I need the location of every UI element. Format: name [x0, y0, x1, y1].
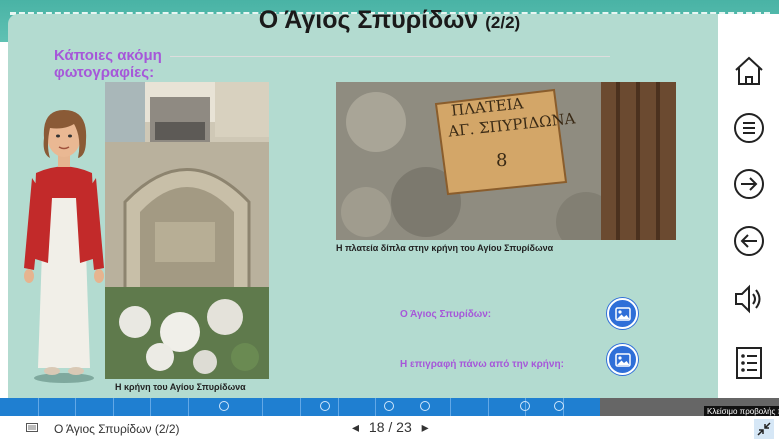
slide-thumbnail-icon	[26, 423, 38, 432]
fountain-photo	[105, 82, 269, 379]
status-slide-title: Ο Άγιος Σπυρίδων (2/2)	[54, 422, 180, 436]
square-photo-caption: Η πλατεία δίπλα στην κρήνη του Αγίου Σπυ…	[336, 243, 554, 253]
link-label-saint: Ο Άγιος Σπυρίδων:	[400, 309, 492, 320]
progress-marker[interactable]	[219, 401, 229, 411]
progress-segment	[375, 398, 376, 416]
progress-segment	[38, 398, 39, 416]
home-button[interactable]	[732, 54, 766, 88]
previous-button[interactable]	[732, 224, 766, 258]
index-button[interactable]	[732, 346, 766, 380]
saint-image-button[interactable]	[607, 298, 638, 329]
progress-segment	[338, 398, 339, 416]
square-sign-photo: ΠΛΑΤΕΙΑ ΑΓ. ΣΠΥΡΙΔΩΝΑ 8	[336, 82, 676, 240]
slide-navigation	[718, 14, 779, 398]
progress-segment	[113, 398, 114, 416]
prev-slide-arrow[interactable]: ◂	[352, 419, 359, 435]
image-icon	[614, 352, 631, 367]
inscription-image-button[interactable]	[607, 344, 638, 375]
audio-icon	[735, 284, 761, 314]
home-icon	[735, 56, 763, 85]
progress-marker[interactable]	[420, 401, 430, 411]
next-button[interactable]	[732, 167, 766, 201]
next-slide-arrow[interactable]: ▸	[422, 419, 429, 435]
guide-avatar	[24, 110, 104, 383]
pager: ◂ 18 / 23 ▸	[352, 419, 429, 436]
subtitle-underline	[170, 56, 610, 57]
menu-icon	[734, 113, 764, 143]
slide-progress-bar[interactable]	[0, 398, 779, 416]
slide-title: Ο Άγιος Σπυρίδων (2/2)	[0, 6, 779, 35]
progress-marker[interactable]	[384, 401, 394, 411]
progress-marker[interactable]	[520, 401, 530, 411]
menu-button[interactable]	[732, 111, 766, 145]
slide: Ο Άγιος Σπυρίδων (2/2) Κάποιες ακόμη φωτ…	[0, 0, 779, 398]
slide-title-text: Ο Άγιος Σπυρίδων	[258, 6, 479, 34]
slide-title-suffix: (2/2)	[485, 13, 521, 32]
collapse-icon	[757, 422, 771, 436]
sign-number: 8	[496, 150, 508, 171]
presentation-viewer: Ο Άγιος Σπυρίδων (2/2) Κάποιες ακόμη φωτ…	[0, 0, 779, 441]
progress-segment	[488, 398, 489, 416]
image-icon	[614, 306, 631, 321]
progress-segment	[75, 398, 76, 416]
audio-button[interactable]	[732, 282, 766, 316]
status-bar: Ο Άγιος Σπυρίδων (2/2) ◂ 18 / 23 ▸	[0, 416, 779, 441]
link-label-inscription: Η επιγραφή πάνω από την κρήνη:	[400, 359, 564, 370]
index-icon	[736, 347, 762, 379]
previous-icon	[734, 226, 764, 256]
progress-segment	[262, 398, 263, 416]
slide-subtitle: Κάποιες ακόμη φωτογραφίες:	[54, 47, 162, 81]
fountain-photo-caption: Η κρήνη του Αγίου Σπυρίδωνα	[115, 382, 246, 392]
progress-marker[interactable]	[554, 401, 564, 411]
progress-marker[interactable]	[320, 401, 330, 411]
progress-segment	[450, 398, 451, 416]
progress-segment	[300, 398, 301, 416]
progress-segment	[188, 398, 189, 416]
close-view-button[interactable]	[754, 419, 774, 439]
progress-segment	[150, 398, 151, 416]
page-indicator: 18 / 23	[368, 419, 412, 435]
next-icon	[734, 169, 764, 199]
